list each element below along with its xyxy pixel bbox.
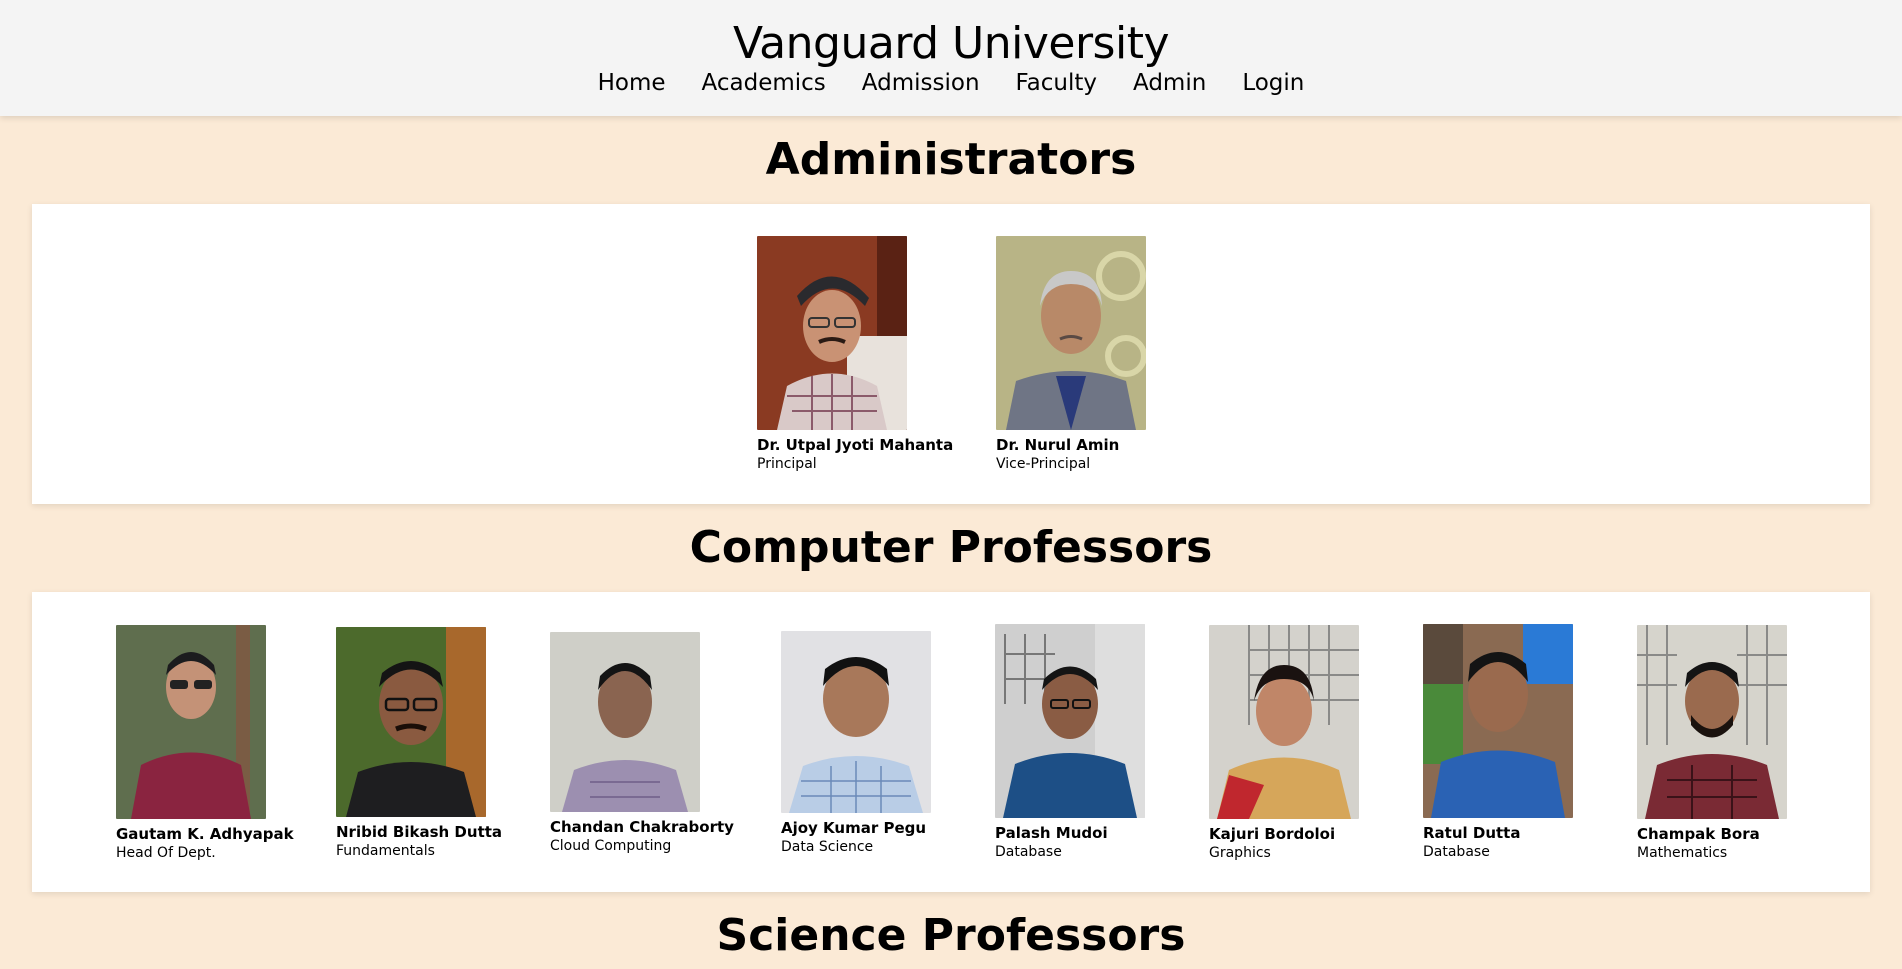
person-photo (550, 632, 700, 812)
person-role: Mathematics (1637, 845, 1728, 861)
administrators-panel: Dr. Utpal Jyoti Mahanta Principal Dr. Nu… (32, 204, 1870, 504)
person-role: Graphics (1209, 845, 1271, 861)
person-card: Palash Mudoi Database (995, 624, 1145, 860)
person-name: Ratul Dutta (1423, 824, 1521, 842)
person-photo (757, 236, 907, 430)
nav-faculty[interactable]: Faculty (1016, 70, 1097, 96)
section-title-science-professors: Science Professors (716, 910, 1186, 961)
nav-login[interactable]: Login (1242, 70, 1304, 96)
person-card: Champak Bora Mathematics (1637, 625, 1787, 861)
person-role: Data Science (781, 839, 874, 855)
person-role: Database (995, 844, 1062, 860)
section-title-administrators: Administrators (765, 134, 1137, 185)
person-name: Dr. Utpal Jyoti Mahanta (757, 436, 954, 454)
nav-admin[interactable]: Admin (1133, 70, 1206, 96)
person-card: Ajoy Kumar Pegu Data Science (781, 631, 931, 855)
person-photo (995, 624, 1145, 818)
person-name: Dr. Nurul Amin (996, 436, 1120, 454)
main-nav: Home Academics Admission Faculty Admin L… (0, 70, 1902, 96)
person-role: Vice-Principal (996, 456, 1091, 472)
person-role: Database (1423, 844, 1490, 860)
person-role: Principal (757, 456, 817, 472)
person-role: Head Of Dept. (116, 845, 216, 861)
person-card: Dr. Nurul Amin Vice-Principal (996, 236, 1146, 472)
section-title-computer-professors: Computer Professors (689, 522, 1213, 573)
computer-professors-panel: Gautam K. Adhyapak Head Of Dept. Nribid … (32, 592, 1870, 892)
person-name: Palash Mudoi (995, 824, 1108, 842)
person-photo (1423, 624, 1573, 818)
person-name: Kajuri Bordoloi (1209, 825, 1336, 843)
person-name: Champak Bora (1637, 825, 1760, 843)
person-role: Fundamentals (336, 843, 435, 859)
nav-academics[interactable]: Academics (702, 70, 826, 96)
person-name: Chandan Chakraborty (550, 818, 734, 836)
person-photo (1637, 625, 1787, 819)
person-role: Cloud Computing (550, 838, 672, 854)
person-photo (996, 236, 1146, 430)
person-name: Gautam K. Adhyapak (116, 825, 294, 843)
person-card: Nribid Bikash Dutta Fundamentals (336, 627, 502, 859)
person-photo (781, 631, 931, 813)
person-name: Ajoy Kumar Pegu (781, 819, 927, 837)
person-photo (336, 627, 486, 817)
nav-home[interactable]: Home (598, 70, 666, 96)
nav-admission[interactable]: Admission (862, 70, 980, 96)
person-photo (1209, 625, 1359, 819)
person-card: Kajuri Bordoloi Graphics (1209, 625, 1359, 861)
person-card: Chandan Chakraborty Cloud Computing (550, 632, 734, 854)
person-card: Ratul Dutta Database (1423, 624, 1573, 860)
site-header: Vanguard University Home Academics Admis… (0, 0, 1902, 116)
site-title: Vanguard University (733, 18, 1170, 69)
person-card: Dr. Utpal Jyoti Mahanta Principal (757, 236, 953, 472)
person-photo (116, 625, 266, 819)
person-card: Gautam K. Adhyapak Head Of Dept. (116, 625, 294, 861)
person-name: Nribid Bikash Dutta (336, 823, 503, 841)
